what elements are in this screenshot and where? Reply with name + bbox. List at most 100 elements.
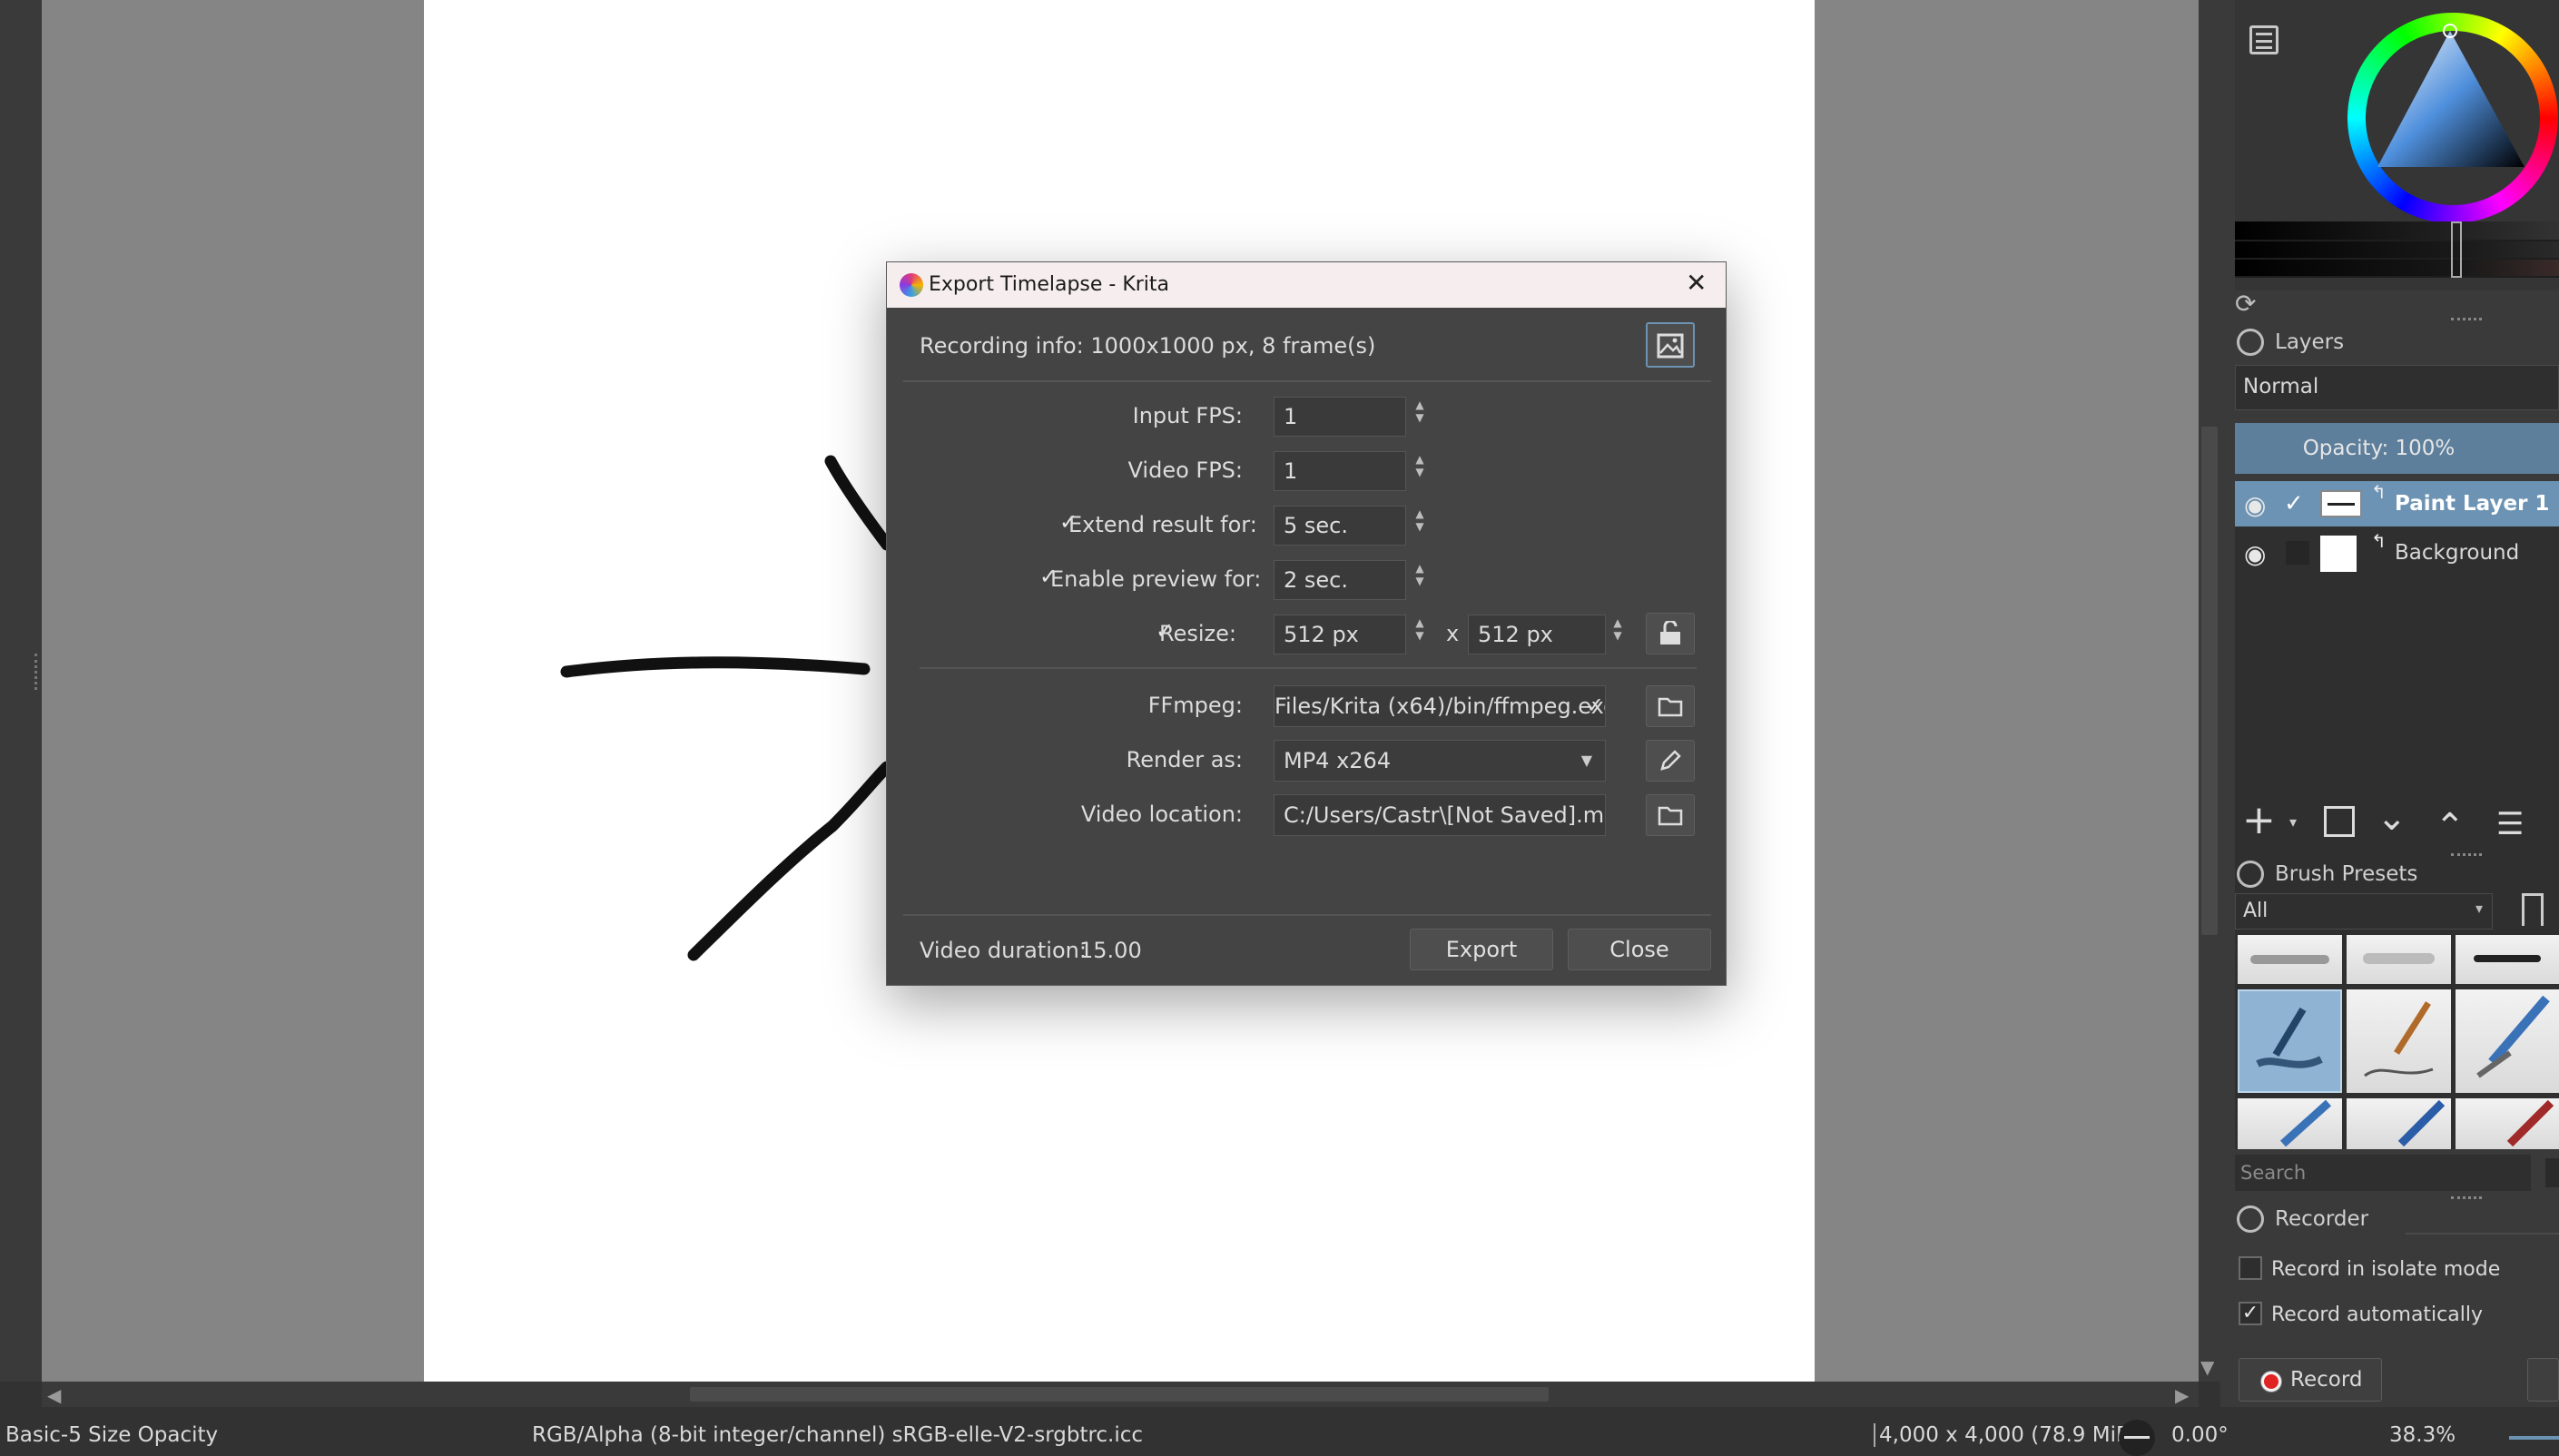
splitter-handle[interactable] xyxy=(2451,318,2482,320)
duplicate-layer-icon[interactable] xyxy=(2324,806,2355,837)
brush-search-input[interactable]: Search xyxy=(2235,1155,2531,1191)
layer-checkbox[interactable]: ✓ xyxy=(2284,490,2304,517)
resize-label[interactable]: Resize: xyxy=(1159,621,1236,646)
recording-info: Recording info: 1000x1000 px, 8 frame(s) xyxy=(920,333,1376,359)
resize-width-stepper[interactable]: ▲ ▼ xyxy=(1412,616,1428,642)
enable-preview-stepper[interactable]: ▲ ▼ xyxy=(1412,562,1428,587)
render-options-button[interactable] xyxy=(1646,740,1695,782)
lock-icon[interactable] xyxy=(2237,861,2264,888)
krita-logo-icon xyxy=(900,273,923,297)
scroll-down-icon[interactable]: ▼ xyxy=(2200,1358,2214,1376)
brush-filter-select[interactable]: All ▾ xyxy=(2235,893,2493,930)
input-fps-field[interactable]: 1 xyxy=(1274,397,1406,437)
brush-preset-tile[interactable] xyxy=(2456,935,2559,984)
extend-result-stepper[interactable]: ▲ ▼ xyxy=(1412,507,1428,533)
layer-name[interactable]: Background xyxy=(2395,541,2519,565)
aspect-lock-button[interactable] xyxy=(1646,613,1695,654)
input-fps-label: Input FPS: xyxy=(1132,403,1243,428)
scroll-right-icon[interactable]: ▶ xyxy=(2175,1386,2189,1404)
lock-icon[interactable] xyxy=(2237,329,2264,356)
resize-height-stepper[interactable]: ▲ ▼ xyxy=(1609,616,1626,642)
splitter-handle[interactable] xyxy=(2451,1196,2482,1199)
recorder-divider xyxy=(2406,1233,2559,1235)
extend-result-field[interactable]: 5 sec. xyxy=(1274,506,1406,546)
opacity-slider[interactable]: Opacity: 100% xyxy=(2235,423,2559,474)
eye-icon[interactable]: ◉ xyxy=(2244,490,2266,520)
color-sliders[interactable] xyxy=(2235,221,2559,278)
rotation-value[interactable]: 0.00° xyxy=(2171,1423,2229,1447)
color-settings-icon[interactable] xyxy=(2249,25,2278,54)
splitter-handle[interactable] xyxy=(2451,853,2482,856)
video-location-browse-button[interactable] xyxy=(1646,794,1695,836)
brush-name[interactable]: Basic-5 Size Opacity xyxy=(5,1423,218,1447)
brush-preset-tile[interactable] xyxy=(2347,989,2451,1093)
zoom-value[interactable]: 38.3% xyxy=(2389,1423,2456,1447)
rotation-dial-icon[interactable] xyxy=(2119,1420,2155,1456)
enable-preview-label[interactable]: Enable preview for: xyxy=(1050,566,1261,592)
video-duration-value: 15.00 xyxy=(1079,938,1142,963)
brush-preset-tile[interactable] xyxy=(2238,1098,2342,1149)
scroll-left-icon[interactable]: ◀ xyxy=(47,1386,61,1404)
ffmpeg-browse-button[interactable] xyxy=(1646,685,1695,727)
brush-preset-tile[interactable] xyxy=(2456,1098,2559,1149)
brush-preset-tile[interactable] xyxy=(2347,935,2451,984)
isolate-mode-label[interactable]: Record in isolate mode xyxy=(2271,1258,2500,1281)
record-automatically-checkbox[interactable]: ✓ xyxy=(2239,1302,2262,1325)
blend-mode-select[interactable]: Normal xyxy=(2235,365,2559,410)
render-as-value: MP4 x264 xyxy=(1284,748,1392,773)
close-button[interactable]: Close xyxy=(1568,929,1711,970)
layer-checkbox[interactable] xyxy=(2286,541,2309,565)
preview-image-button[interactable] xyxy=(1646,322,1695,368)
dialog-titlebar[interactable]: Export Timelapse - Krita ✕ xyxy=(887,262,1726,308)
close-icon[interactable]: ✕ xyxy=(1686,268,1707,298)
recorder-export-button[interactable] xyxy=(2527,1358,2559,1402)
video-location-field[interactable]: C:/Users/Castr\[Not Saved].mp4 xyxy=(1274,794,1606,836)
zoom-slider[interactable] xyxy=(2509,1436,2559,1440)
move-up-icon[interactable]: ⌃ xyxy=(2435,806,2465,848)
video-duration-label: Video duration: xyxy=(920,938,1087,963)
brush-preset-tile[interactable] xyxy=(2347,1098,2451,1149)
lock-icon[interactable] xyxy=(2237,1205,2264,1233)
render-as-select[interactable]: MP4 x264 ▼ xyxy=(1274,740,1606,782)
video-fps-stepper[interactable]: ▲ ▼ xyxy=(1412,453,1428,478)
brush-preset-tile[interactable] xyxy=(2456,989,2559,1093)
ffmpeg-path-field[interactable]: Files/Krita (x64)/bin/ffmpeg.exe xyxy=(1274,685,1606,727)
enable-preview-field[interactable]: 2 sec. xyxy=(1274,560,1406,600)
dialog-title: Export Timelapse - Krita xyxy=(929,273,1170,296)
chevron-down-icon[interactable]: ▾ xyxy=(2289,813,2297,831)
separator xyxy=(903,380,1711,382)
record-button-label: Record xyxy=(2290,1368,2363,1392)
vertical-scroll-thumb[interactable] xyxy=(2201,427,2218,935)
layer-type-icon: ↰ xyxy=(2371,530,2387,552)
extend-result-label[interactable]: Extend result for: xyxy=(1068,512,1257,537)
move-down-icon[interactable]: ⌄ xyxy=(2377,797,2407,839)
layer-type-icon: ↰ xyxy=(2371,481,2387,503)
image-dimensions: 4,000 x 4,000 (78.9 MiB) xyxy=(1874,1423,2139,1447)
ffmpeg-label: FFmpeg: xyxy=(1147,693,1243,718)
brush-preset-tile-selected[interactable] xyxy=(2238,989,2342,1093)
resize-width-field[interactable]: 512 px xyxy=(1274,615,1406,654)
separator xyxy=(903,914,1711,916)
color-wheel[interactable] xyxy=(2347,13,2559,221)
chevron-down-icon: ▼ xyxy=(1580,752,1592,769)
layer-properties-icon[interactable]: ☰ xyxy=(2496,806,2524,842)
bookmark-icon[interactable] xyxy=(2522,893,2544,926)
refresh-icon[interactable]: ⟳ xyxy=(2235,289,2256,319)
left-dock-handle[interactable] xyxy=(34,654,40,690)
brush-search-option[interactable] xyxy=(2545,1158,2559,1187)
video-fps-field[interactable]: 1 xyxy=(1274,451,1406,491)
brush-preset-tile[interactable] xyxy=(2238,935,2342,984)
eye-icon[interactable]: ◉ xyxy=(2244,539,2266,569)
resize-height-field[interactable]: 512 px xyxy=(1468,615,1606,654)
add-layer-icon[interactable]: + xyxy=(2242,801,2276,841)
checkmark-icon: ✓ xyxy=(1586,693,1605,718)
export-button[interactable]: Export xyxy=(1410,929,1553,970)
record-automatically-label[interactable]: Record automatically xyxy=(2271,1304,2483,1326)
record-button[interactable]: Record xyxy=(2239,1358,2382,1402)
horizontal-scroll-thumb[interactable] xyxy=(690,1387,1549,1402)
input-fps-stepper[interactable]: ▲ ▼ xyxy=(1412,398,1428,424)
render-as-label: Render as: xyxy=(1126,747,1243,772)
isolate-mode-checkbox[interactable] xyxy=(2239,1256,2262,1280)
resize-x-separator: x xyxy=(1446,621,1460,646)
layer-name[interactable]: Paint Layer 1 xyxy=(2395,492,2549,516)
